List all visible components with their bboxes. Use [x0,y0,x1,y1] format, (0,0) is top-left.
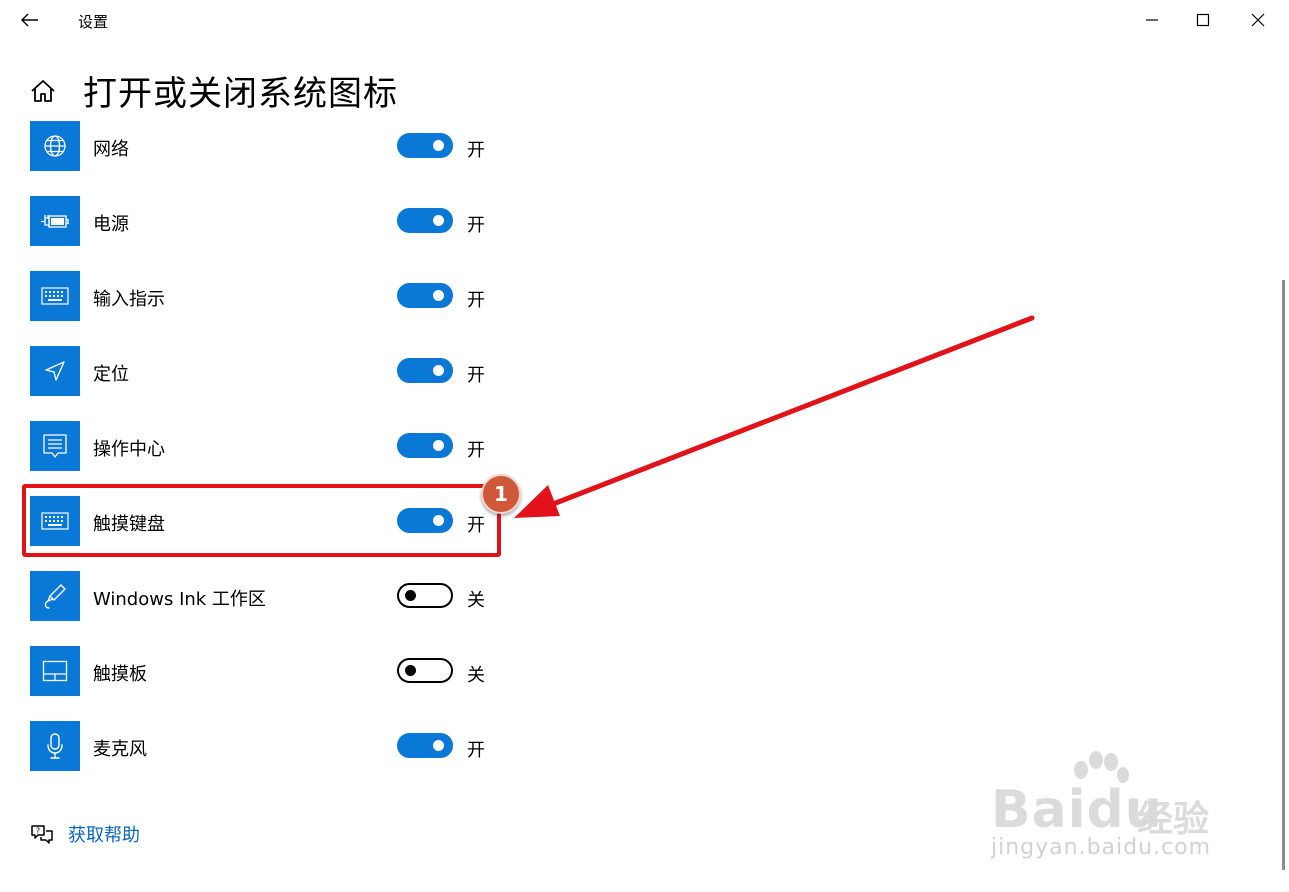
baidu-watermark: Baidu 经验 jingyan.baidu.com [985,750,1225,870]
annotation-badge: 1 [481,474,521,514]
watermark-url: jingyan.baidu.com [991,835,1212,860]
